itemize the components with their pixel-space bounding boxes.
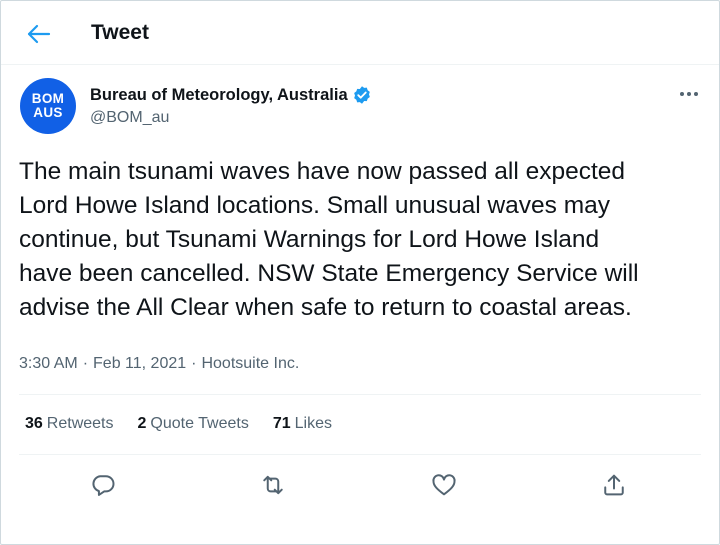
likes-label: Likes [294,415,332,432]
share-icon [604,474,624,496]
share-button[interactable] [600,471,628,499]
tweet-meta: 3:30 AM · Feb 11, 2021 · Hootsuite Inc. [19,355,299,373]
reply-icon [92,475,115,496]
more-dots-icon [680,92,698,96]
tweet-stats: 36 Retweets 2 Quote Tweets 71 Likes [25,415,356,433]
quotes-label: Quote Tweets [150,415,249,432]
avatar[interactable]: BOM AUS [20,78,76,134]
back-button[interactable] [25,23,51,45]
author-name-row: Bureau of Meteorology, Australia [90,85,372,105]
avatar-text-line1: BOM [31,91,65,106]
more-button[interactable] [676,84,702,104]
page-title: Tweet [91,21,149,44]
tweet-source[interactable]: Hootsuite Inc. [201,355,299,372]
likes-stat[interactable]: 71 Likes [273,415,332,433]
tweet-text: The main tsunami waves have now passed a… [19,158,639,321]
meta-separator: · [191,355,197,372]
tweet-time[interactable]: 3:30 AM [19,355,78,372]
divider [19,394,701,395]
likes-count: 71 [272,415,291,432]
heart-icon [432,474,456,496]
retweet-icon [263,475,283,495]
divider [19,454,701,455]
tweet-date[interactable]: Feb 11, 2021 [93,355,186,372]
tweet-actions [19,465,701,505]
reply-button[interactable] [89,471,117,499]
retweets-stat[interactable]: 36 Retweets [25,415,114,433]
arrow-left-icon [27,24,51,44]
retweets-label: Retweets [46,415,114,432]
verified-badge-icon [353,86,370,104]
author-handle[interactable]: @BOM_au [90,109,169,127]
meta-separator: · [82,355,89,372]
like-button[interactable] [430,471,458,499]
quotes-count: 2 [137,415,147,432]
avatar-text-line2: AUS [33,105,63,120]
author-name[interactable]: Bureau of Meteorology, Australia [90,86,348,105]
page-header: Tweet [1,1,719,65]
retweet-button[interactable] [259,471,287,499]
retweets-count: 36 [25,415,43,432]
quote-tweets-stat[interactable]: 2 Quote Tweets [138,415,249,433]
